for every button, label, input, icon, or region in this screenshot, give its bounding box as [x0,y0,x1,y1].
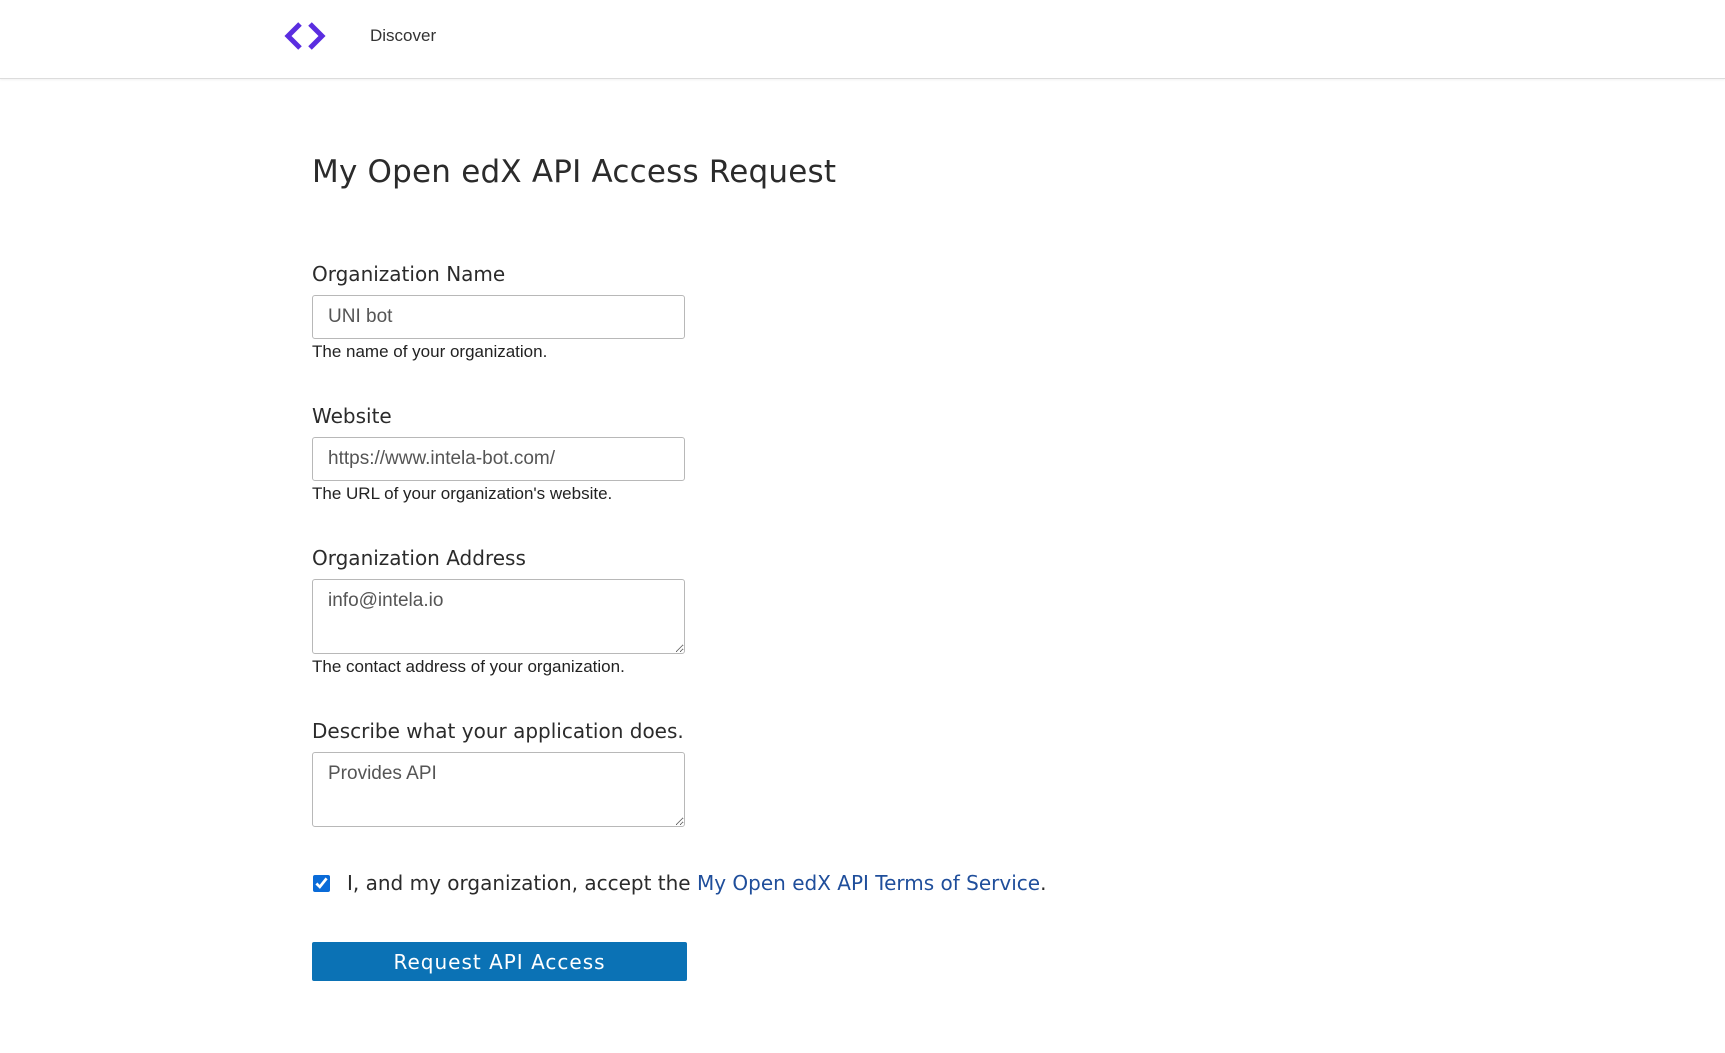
organization-name-help: The name of your organization. [312,342,548,361]
terms-text-after: . [1040,871,1047,895]
website-input[interactable] [312,437,685,481]
organization-address-label: Organization Address [312,546,526,570]
page-title: My Open edX API Access Request [312,154,837,190]
top-navbar: Discover [0,0,1725,79]
code-brackets-icon[interactable] [284,20,326,52]
organization-address-help: The contact address of your organization… [312,657,625,676]
website-label: Website [312,404,392,428]
terms-of-service-link[interactable]: My Open edX API Terms of Service [697,871,1040,895]
nav-link-discover[interactable]: Discover [370,26,436,46]
terms-text: I, and my organization, accept the My Op… [347,871,1046,895]
website-help: The URL of your organization's website. [312,484,613,503]
application-description-textarea[interactable]: Provides API [312,752,685,827]
terms-row: I, and my organization, accept the My Op… [312,870,1046,896]
organization-name-input[interactable] [312,295,685,339]
organization-address-textarea[interactable]: info@intela.io [312,579,685,654]
terms-text-before: I, and my organization, accept the [347,871,697,895]
organization-name-label: Organization Name [312,262,506,286]
request-api-access-button[interactable]: Request API Access [312,942,687,981]
terms-checkbox[interactable] [313,874,330,892]
application-description-label: Describe what your application does. [312,719,684,743]
